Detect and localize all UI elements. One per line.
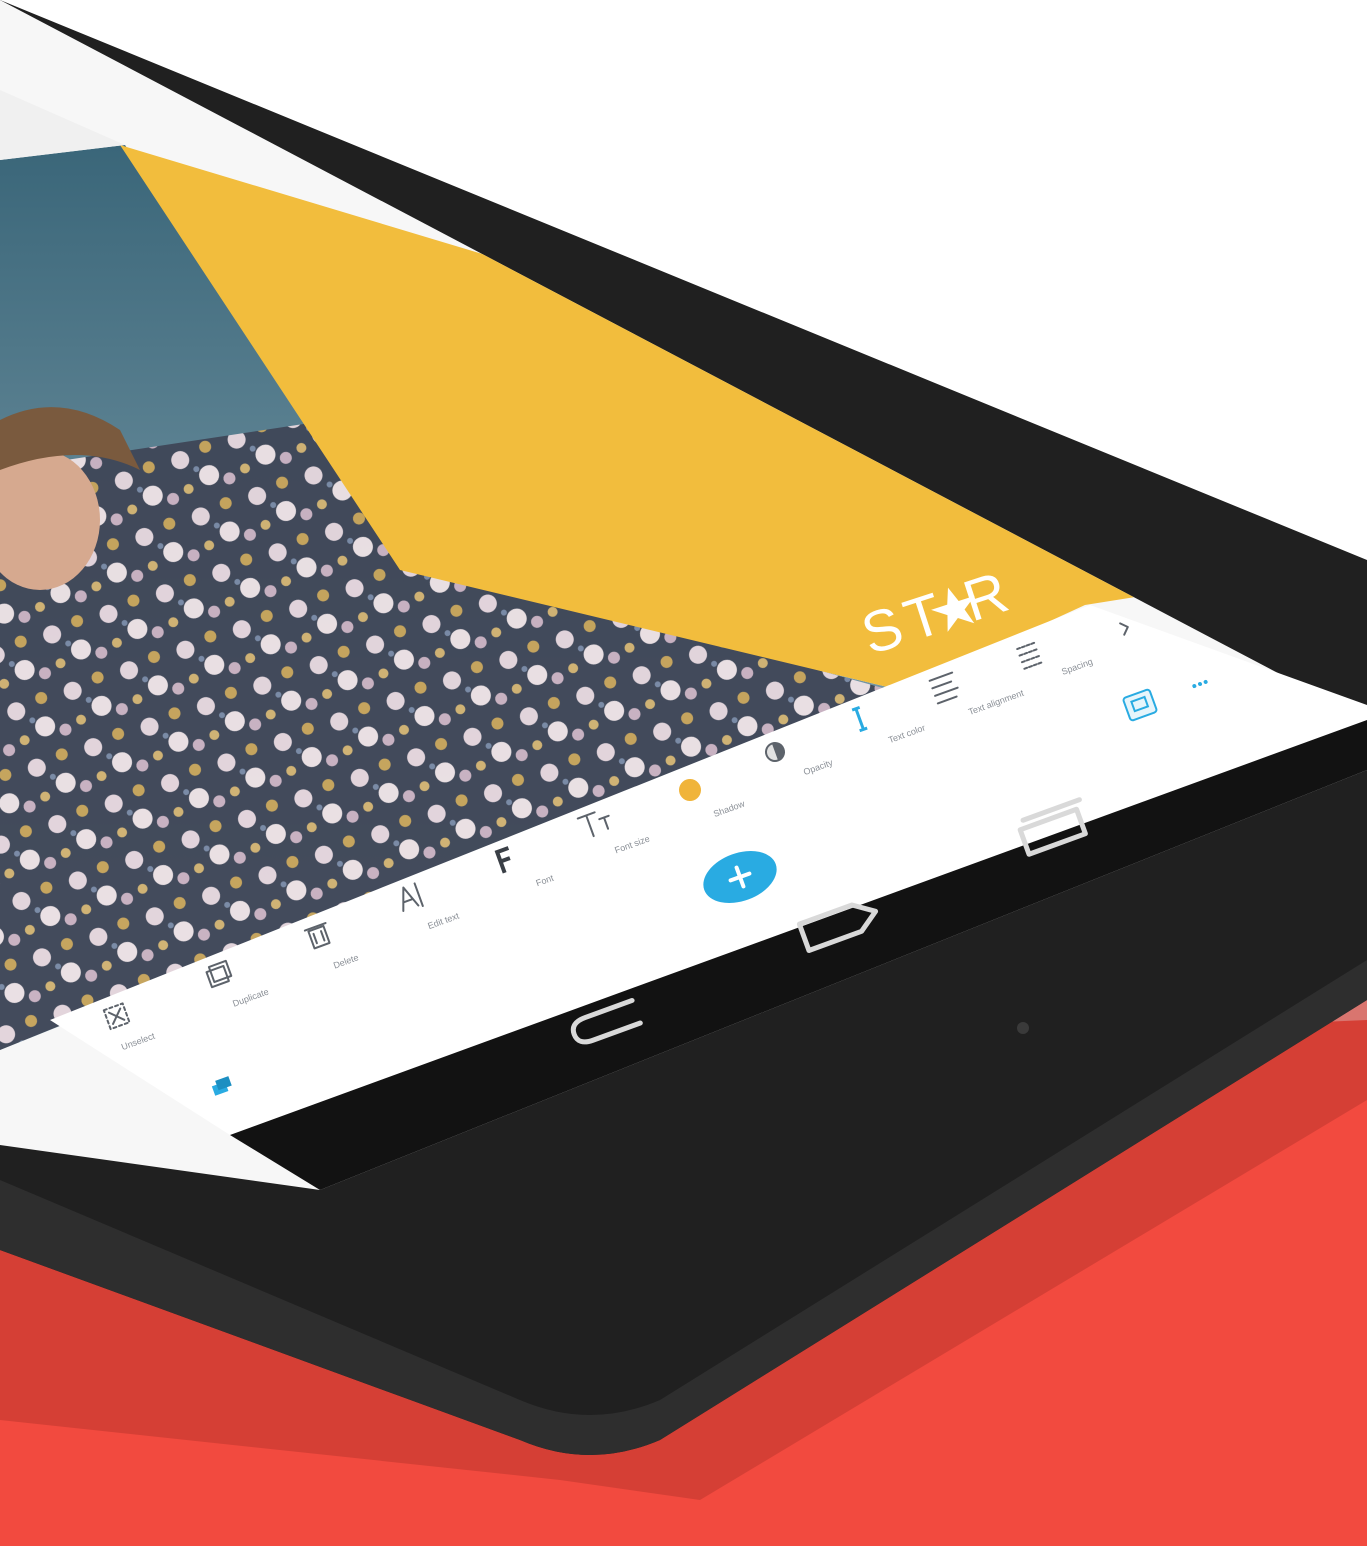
device-sensor — [1017, 1022, 1029, 1034]
product-mockup-scene: ST R Unselect Duplicate Delete Edit text — [0, 0, 1367, 1546]
